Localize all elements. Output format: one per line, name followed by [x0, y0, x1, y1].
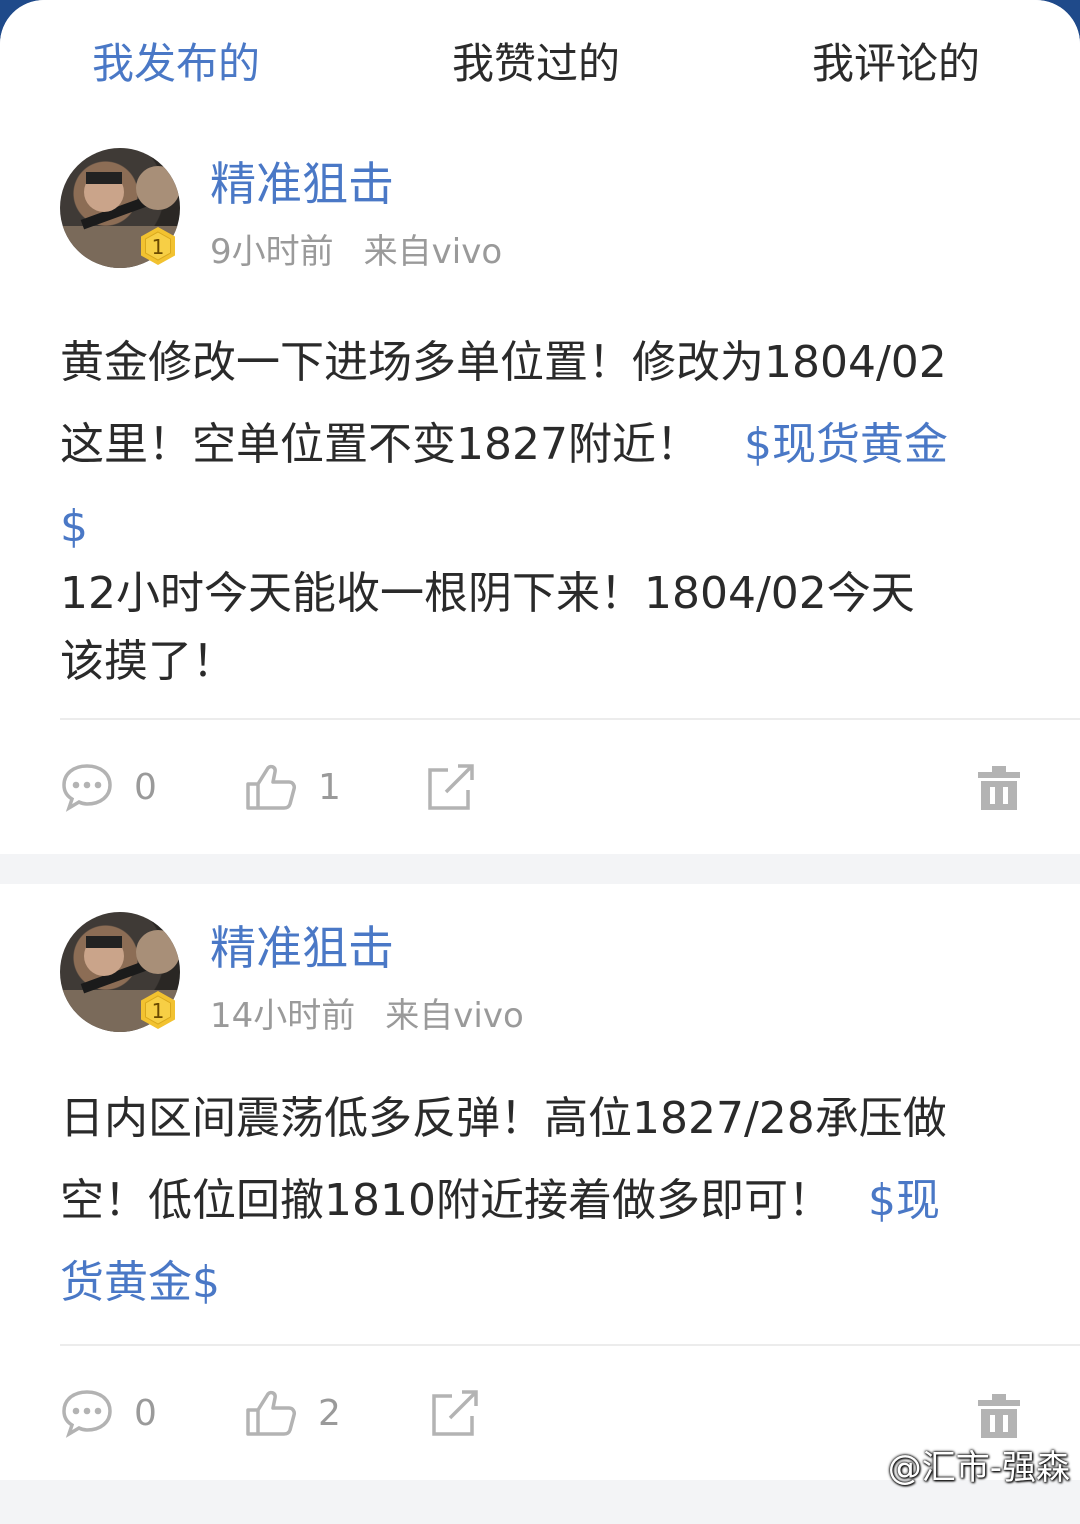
- author-name[interactable]: 精准狙击: [210, 920, 394, 976]
- share-icon: [428, 764, 474, 810]
- share-icon: [432, 1390, 478, 1436]
- tab-my-posts[interactable]: 我发布的: [92, 38, 260, 90]
- comment-button[interactable]: 0: [60, 1386, 157, 1440]
- post-card: 1 精准狙击 14小时前 来自vivo 日内区间震荡低多反弹！高位1827/28承…: [0, 884, 1080, 1480]
- hashtag-link[interactable]: $现货黄金: [744, 419, 948, 470]
- hashtag-link[interactable]: $现: [868, 1175, 940, 1226]
- divider: [60, 1344, 1080, 1346]
- comment-icon: [62, 1390, 112, 1438]
- post-text-line: 该摸了！: [60, 636, 236, 687]
- post-text-line: 12小时今天能收一根阴下来！1804/02今天: [60, 568, 915, 619]
- post-body: 黄金修改一下进场多单位置！修改为1804/02 这里！空单位置不变1827附近！…: [60, 322, 1020, 572]
- post-meta: 14小时前 来自vivo: [210, 996, 524, 1036]
- post-meta: 9小时前 来自vivo: [210, 232, 502, 272]
- thumbs-up-icon: [246, 764, 296, 810]
- comment-count: 0: [134, 766, 157, 808]
- like-button[interactable]: 2: [244, 1386, 341, 1440]
- post-body-cont: 12小时今天能收一根阴下来！1804/02今天 该摸了！: [60, 560, 1020, 696]
- tab-my-likes[interactable]: 我赞过的: [452, 38, 620, 90]
- post-source: 来自vivo: [363, 232, 503, 272]
- trash-icon: [978, 1394, 1020, 1438]
- post-text-line: 日内区间震荡低多反弹！高位1827/28承压做: [60, 1093, 947, 1144]
- level-badge-icon: 1: [141, 991, 175, 1029]
- share-button[interactable]: [424, 760, 478, 814]
- divider: [60, 718, 1080, 720]
- trash-icon: [978, 766, 1020, 810]
- level-badge-icon: 1: [141, 227, 175, 265]
- thumbs-up-icon: [246, 1390, 296, 1436]
- delete-button[interactable]: [976, 760, 1022, 814]
- tab-my-comments[interactable]: 我评论的: [812, 38, 980, 90]
- author-name[interactable]: 精准狙击: [210, 156, 394, 212]
- delete-button[interactable]: [976, 1388, 1022, 1442]
- feed-sheet: 我发布的 我赞过的 我评论的 1 精准狙击 9小时前 来自vivo 黄金修改一下进…: [0, 0, 1080, 1524]
- comment-button[interactable]: 0: [60, 760, 157, 814]
- post-card: 1 精准狙击 9小时前 来自vivo 黄金修改一下进场多单位置！修改为1804/0…: [0, 120, 1080, 854]
- post-text-line: 这里！空单位置不变1827附近！ $现货黄金: [60, 419, 948, 470]
- comment-count: 0: [134, 1392, 157, 1434]
- tab-bar: 我发布的 我赞过的 我评论的: [0, 0, 1080, 120]
- post-time: 14小时前: [210, 996, 356, 1036]
- comment-icon: [62, 764, 112, 812]
- like-button[interactable]: 1: [244, 760, 341, 814]
- like-count: 1: [318, 766, 341, 808]
- post-text-line: 空！低位回撤1810附近接着做多即可！ $现: [60, 1175, 940, 1226]
- like-count: 2: [318, 1392, 341, 1434]
- share-button[interactable]: [428, 1386, 482, 1440]
- watermark: @汇市-强森: [887, 1448, 1070, 1488]
- svg-text:1: 1: [152, 235, 165, 259]
- post-source: 来自vivo: [385, 996, 524, 1036]
- post-body: 日内区间震荡低多反弹！高位1827/28承压做 空！低位回撤1810附近接着做多…: [60, 1078, 1020, 1324]
- hashtag-link-end[interactable]: 货黄金$: [60, 1242, 1020, 1324]
- post-text-line: 黄金修改一下进场多单位置！修改为1804/02: [60, 337, 947, 388]
- svg-text:1: 1: [152, 999, 165, 1023]
- post-time: 9小时前: [210, 232, 334, 272]
